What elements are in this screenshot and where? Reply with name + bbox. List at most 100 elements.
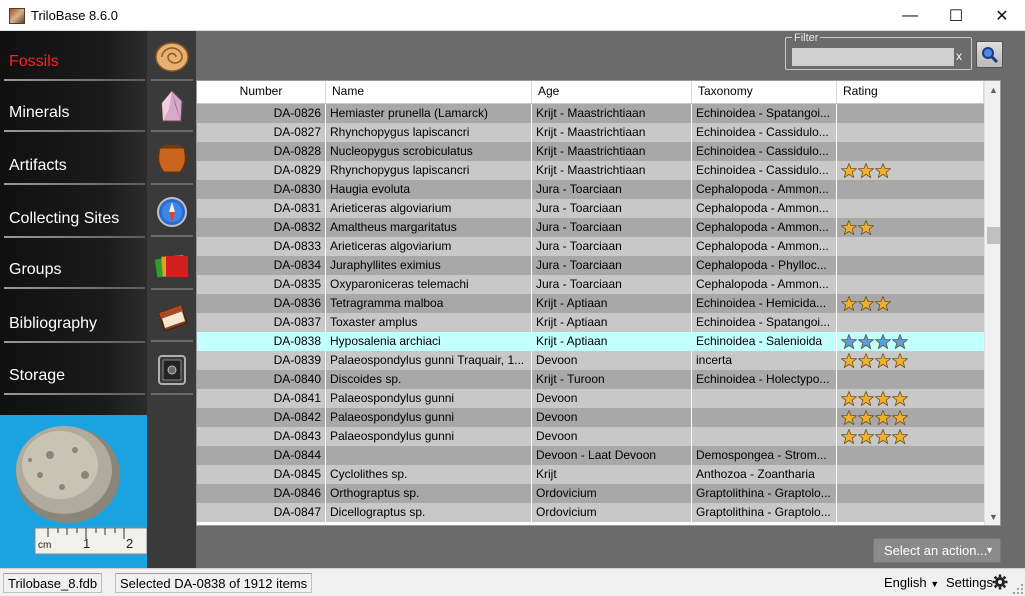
cell-taxonomy	[692, 389, 837, 408]
table-row[interactable]: DA-0838 Hyposalenia archiaci Krijt - Aptia…	[197, 332, 984, 351]
cell-rating[interactable]	[837, 180, 984, 199]
cell-rating[interactable]	[837, 161, 984, 180]
cell-rating[interactable]	[837, 408, 984, 427]
cell-rating[interactable]	[837, 446, 984, 465]
cell-rating[interactable]	[837, 123, 984, 142]
table-row[interactable]: DA-0829 Rhynchopygus lapiscancri Krijt - M…	[197, 161, 984, 180]
cell-number: DA-0847	[197, 503, 326, 522]
cell-rating[interactable]	[837, 104, 984, 123]
gear-icon[interactable]	[992, 574, 1008, 590]
rating-stars	[841, 123, 980, 142]
settings-link[interactable]: Settings	[946, 575, 993, 590]
cell-taxonomy: Echinoidea - Spatangoi...	[692, 104, 837, 123]
book-icon[interactable]	[153, 299, 191, 337]
minimize-button[interactable]: —	[887, 0, 933, 31]
table-row[interactable]: DA-0842 Palaeospondylus gunni Devoon	[197, 408, 984, 427]
cell-rating[interactable]	[837, 389, 984, 408]
table-row[interactable]: DA-0846 Orthograptus sp. Ordovicium Graptol…	[197, 484, 984, 503]
star-icon	[858, 353, 874, 368]
mineral-crystal-icon[interactable]	[153, 88, 191, 126]
table-row[interactable]: DA-0830 Haugia evoluta Jura - Toarciaan Cep…	[197, 180, 984, 199]
table-row[interactable]: DA-0843 Palaeospondylus gunni Devoon	[197, 427, 984, 446]
table-row[interactable]: DA-0828 Nucleopygus scrobiculatus Krijt - …	[197, 142, 984, 161]
language-selector[interactable]: English ▼	[884, 575, 939, 590]
safe-icon[interactable]	[153, 351, 191, 389]
close-button[interactable]: ✕	[979, 0, 1025, 31]
cell-rating[interactable]	[837, 275, 984, 294]
sidebar-item-collecting-sites[interactable]: Collecting Sites	[0, 188, 147, 240]
column-header-taxonomy[interactable]: Taxonomy	[692, 81, 837, 103]
table-row[interactable]: DA-0847 Dicellograptus sp. Ordovicium Grapt…	[197, 503, 984, 522]
cell-rating[interactable]	[837, 218, 984, 237]
star-icon	[858, 296, 874, 311]
table-row[interactable]: DA-0831 Arieticeras algoviarium Jura - Toa…	[197, 199, 984, 218]
column-header-name[interactable]: Name	[326, 81, 532, 103]
cell-rating[interactable]	[837, 256, 984, 275]
sidebar-item-label: Minerals	[9, 104, 70, 121]
folders-icon[interactable]	[153, 246, 191, 284]
scrollbar-thumb[interactable]	[987, 227, 1000, 244]
table-row[interactable]: DA-0840 Discoides sp. Krijt - Turoon Echino…	[197, 370, 984, 389]
table-row[interactable]: DA-0835 Oxyparoniceras telemachi Jura - To…	[197, 275, 984, 294]
maximize-button[interactable]: ☐	[933, 0, 979, 31]
table-row[interactable]: DA-0836 Tetragramma malboa Krijt - Aptiaan…	[197, 294, 984, 313]
pottery-icon[interactable]	[153, 140, 191, 178]
star-icon	[858, 410, 874, 425]
cell-rating[interactable]	[837, 313, 984, 332]
sidebar-item-groups[interactable]: Groups	[0, 239, 147, 291]
table-row[interactable]: DA-0834 Juraphyllites eximius Jura - Toarc…	[197, 256, 984, 275]
cell-number: DA-0832	[197, 218, 326, 237]
search-button[interactable]	[976, 41, 1003, 68]
table-row[interactable]: DA-0832 Amaltheus margaritatus Jura - Toar…	[197, 218, 984, 237]
table-row[interactable]: DA-0837 Toxaster amplus Krijt - Aptiaan Ech…	[197, 313, 984, 332]
cell-number: DA-0833	[197, 237, 326, 256]
cell-number: DA-0834	[197, 256, 326, 275]
table-row[interactable]: DA-0827 Rhynchopygus lapiscancri Krijt - M…	[197, 123, 984, 142]
cell-age: Devoon	[532, 427, 692, 446]
cell-rating[interactable]	[837, 142, 984, 161]
sidebar-item-bibliography[interactable]: Bibliography	[0, 293, 147, 345]
table-row[interactable]: DA-0826 Hemiaster prunella (Lamarck) Krijt…	[197, 104, 984, 123]
scroll-up-icon[interactable]: ▲	[985, 81, 1000, 98]
column-header-age[interactable]: Age	[532, 81, 692, 103]
star-icon	[892, 429, 908, 444]
cell-rating[interactable]	[837, 503, 984, 522]
vertical-scrollbar[interactable]: ▲ ▼	[984, 81, 1000, 525]
cell-rating[interactable]	[837, 427, 984, 446]
star-icon	[841, 296, 857, 311]
cell-rating[interactable]	[837, 237, 984, 256]
resize-grip-icon[interactable]	[1013, 584, 1023, 594]
rating-stars	[841, 446, 980, 465]
table-row[interactable]: DA-0841 Palaeospondylus gunni Devoon	[197, 389, 984, 408]
cell-rating[interactable]	[837, 484, 984, 503]
sidebar-item-fossils[interactable]: Fossils	[0, 31, 147, 83]
sidebar-item-storage[interactable]: Storage	[0, 345, 147, 397]
cell-name: Rhynchopygus lapiscancri	[326, 123, 532, 142]
action-dropdown[interactable]: Select an action... ▼	[873, 538, 1001, 563]
filter-clear-button[interactable]: x	[956, 49, 962, 63]
table-row[interactable]: DA-0833 Arieticeras algoviarium Jura - Toa…	[197, 237, 984, 256]
cell-rating[interactable]	[837, 465, 984, 484]
star-icon	[875, 429, 891, 444]
cell-rating[interactable]	[837, 370, 984, 389]
filter-input[interactable]	[792, 48, 954, 66]
scale-label: cm	[38, 540, 52, 551]
sidebar-item-artifacts[interactable]: Artifacts	[0, 135, 147, 187]
sidebar-item-minerals[interactable]: Minerals	[0, 82, 147, 134]
cell-taxonomy: Graptolithina - Graptolo...	[692, 503, 837, 522]
compass-icon[interactable]	[153, 193, 191, 231]
cell-rating[interactable]	[837, 294, 984, 313]
rating-stars	[841, 180, 980, 199]
cell-rating[interactable]	[837, 332, 984, 351]
cell-name: Cyclolithes sp.	[326, 465, 532, 484]
table-row[interactable]: DA-0845 Cyclolithes sp. Krijt Anthozoa - Zo…	[197, 465, 984, 484]
table-row[interactable]: DA-0839 Palaeospondylus gunni Traquair, 1…	[197, 351, 984, 370]
column-header-number[interactable]: Number	[197, 81, 326, 103]
ammonite-icon[interactable]	[153, 38, 191, 76]
table-row[interactable]: DA-0844 Devoon - Laat Devoon Demospongea -…	[197, 446, 984, 465]
column-header-rating[interactable]: Rating	[837, 81, 984, 103]
cell-rating[interactable]	[837, 199, 984, 218]
scroll-down-icon[interactable]: ▼	[985, 508, 1000, 525]
cell-name: Arieticeras algoviarium	[326, 237, 532, 256]
cell-rating[interactable]	[837, 351, 984, 370]
